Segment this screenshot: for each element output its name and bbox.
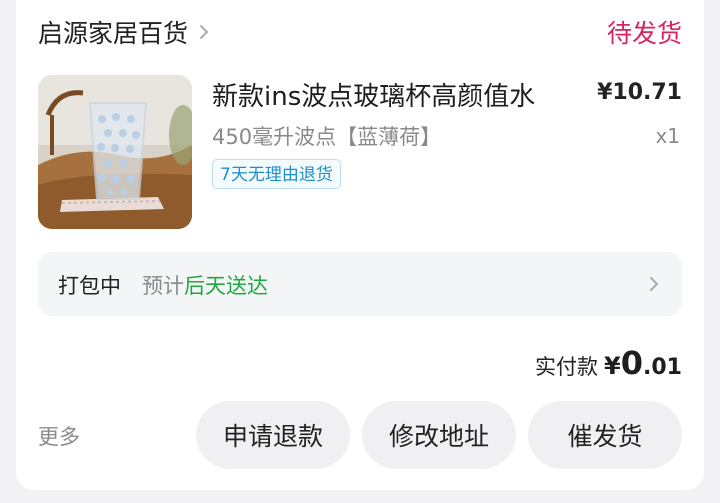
shipping-eta: 后天送达 bbox=[184, 274, 268, 298]
shop-link[interactable]: 启源家居百货 bbox=[38, 14, 214, 50]
product-quantity: x1 bbox=[655, 124, 680, 148]
shop-name[interactable]: 启源家居百货 bbox=[38, 14, 188, 50]
change-address-button[interactable]: 修改地址 bbox=[362, 401, 516, 469]
shipping-status-row[interactable]: 打包中 预计后天送达 bbox=[38, 252, 682, 316]
product-sku: 450毫升波点【蓝薄荷】 bbox=[212, 125, 442, 149]
shipping-estimate: 预计后天送达 bbox=[142, 270, 268, 300]
product-price: ¥10.71 bbox=[597, 80, 682, 105]
more-button[interactable]: 更多 bbox=[38, 421, 80, 451]
paid-label: 实付款 bbox=[535, 355, 599, 379]
shipping-prefix: 预计 bbox=[142, 274, 184, 298]
product-title[interactable]: 新款ins波点玻璃杯高颜值水 bbox=[212, 76, 572, 113]
chevron-right-icon bbox=[650, 277, 658, 291]
order-card: 启源家居百货 待发货 新款ins波点玻璃杯高颜值水 ¥10.71 450毫升波点… bbox=[16, 0, 704, 490]
return-policy-tag: 7天无理由退货 bbox=[212, 159, 341, 189]
paid-decimal: .01 bbox=[643, 355, 682, 380]
product-image[interactable] bbox=[38, 75, 192, 229]
glass-cup-image bbox=[38, 75, 192, 229]
chevron-right-icon bbox=[200, 25, 209, 39]
shipping-label: 打包中 bbox=[58, 274, 121, 298]
refund-button[interactable]: 申请退款 bbox=[196, 401, 350, 469]
order-status: 待发货 bbox=[606, 19, 682, 48]
paid-amount: 实付款 ¥ 0 .01 bbox=[535, 344, 682, 382]
title-fade bbox=[536, 78, 576, 112]
paid-currency: ¥ bbox=[604, 352, 621, 380]
paid-integer: 0 bbox=[620, 344, 644, 382]
urge-shipping-button[interactable]: 催发货 bbox=[528, 401, 682, 469]
